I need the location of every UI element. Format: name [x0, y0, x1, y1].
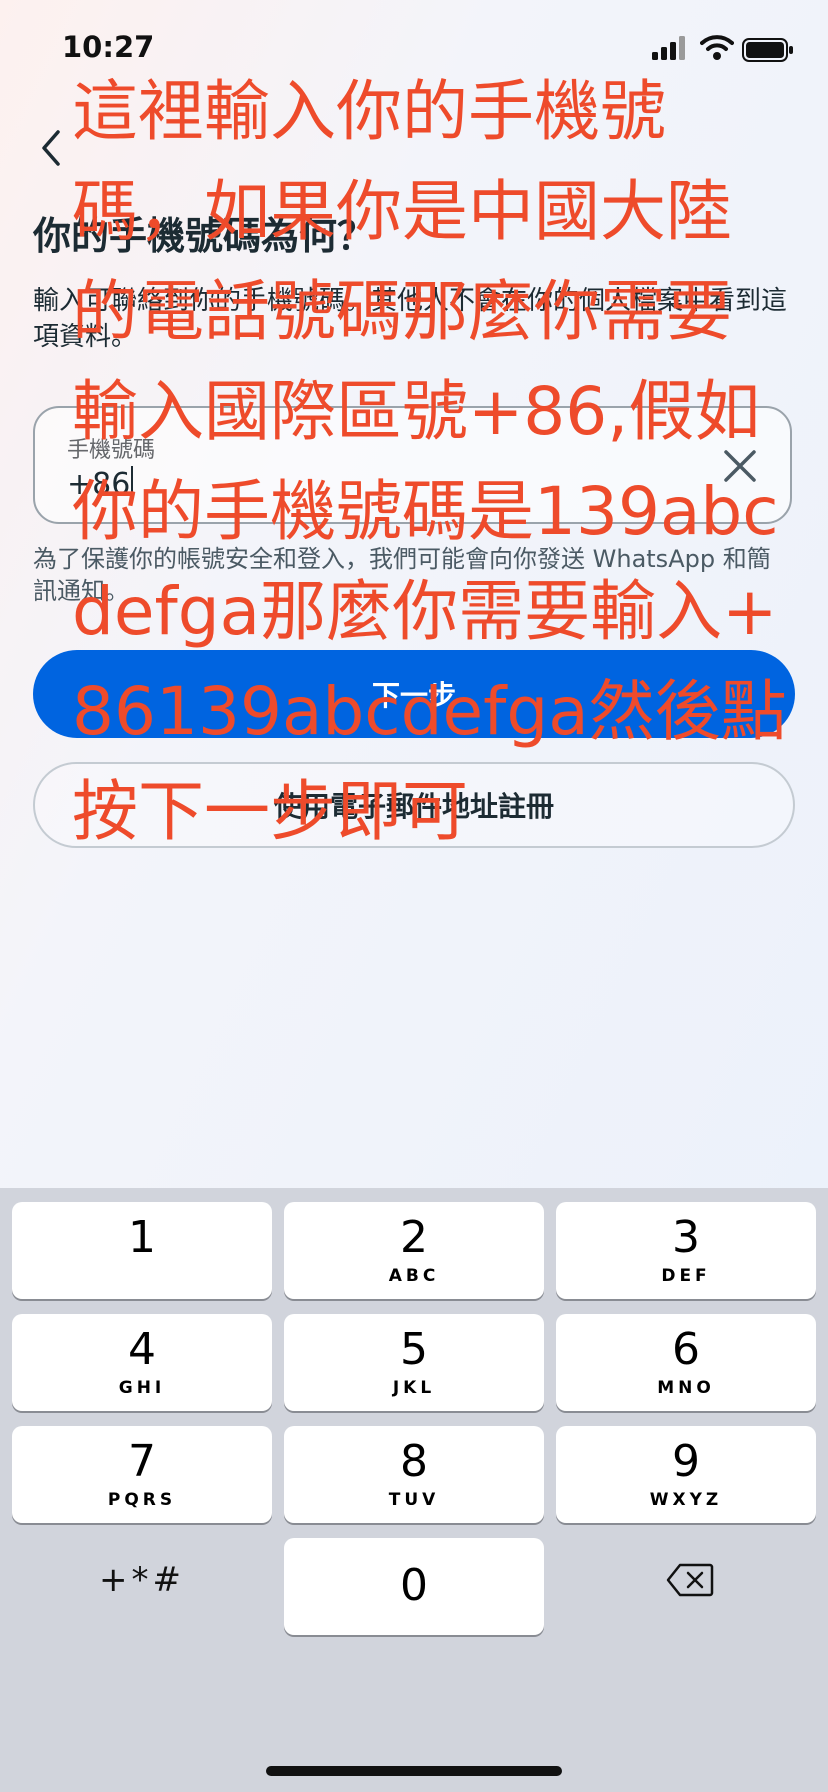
key-digit: 7: [128, 1436, 156, 1487]
key-digit: 0: [400, 1560, 428, 1611]
key-9[interactable]: 9 WXYZ: [556, 1426, 816, 1523]
key-digit: 9: [672, 1436, 700, 1487]
helper-text: 為了保護你的帳號安全和登入，我們可能會向你發送 WhatsApp 和簡訊通知。: [33, 545, 771, 605]
status-time: 10:27: [62, 30, 155, 64]
signal-icon: [652, 36, 685, 60]
key-letters: WXYZ: [649, 1490, 723, 1510]
key-4[interactable]: 4 GHI: [12, 1314, 272, 1411]
status-bar: 10:27: [0, 0, 828, 100]
key-digit: 8: [400, 1436, 428, 1487]
key-letters: MNO: [657, 1378, 715, 1398]
key-8[interactable]: 8 TUV: [284, 1426, 544, 1523]
key-letters: ABC: [388, 1266, 440, 1286]
key-digit: 1: [128, 1212, 156, 1263]
key-digit: 6: [672, 1324, 700, 1375]
key-letters: GHI: [118, 1378, 166, 1398]
text-caret: [131, 466, 134, 500]
key-digit: 2: [400, 1212, 428, 1263]
key-letters: JKL: [392, 1378, 436, 1398]
key-symbols[interactable]: +*#: [12, 1532, 272, 1629]
email-signup-button[interactable]: 使用電子郵件地址註冊: [33, 762, 795, 848]
key-6[interactable]: 6 MNO: [556, 1314, 816, 1411]
phone-field-value[interactable]: +86: [67, 467, 130, 502]
key-1[interactable]: 1: [12, 1202, 272, 1299]
delete-key[interactable]: [556, 1532, 816, 1629]
key-digit: 3: [672, 1212, 700, 1263]
key-digit: 5: [400, 1324, 428, 1375]
key-7[interactable]: 7 PQRS: [12, 1426, 272, 1523]
battery-icon: [742, 38, 793, 62]
phone-field-value-wrap[interactable]: +86: [67, 466, 134, 502]
page-title: 你的手機號碼為何？: [33, 214, 376, 258]
key-3[interactable]: 3 DEF: [556, 1202, 816, 1299]
delete-icon: [666, 1563, 714, 1597]
page-description: 輸入可聯絡到你的手機號碼。其他人不會在你的個人檔案中看到這項資料。: [33, 286, 788, 352]
key-digit: 4: [128, 1324, 156, 1375]
clear-icon[interactable]: [722, 448, 758, 484]
key-0[interactable]: 0: [284, 1538, 544, 1635]
wifi-icon: [700, 35, 734, 60]
next-button[interactable]: 下一步: [33, 650, 795, 738]
home-indicator[interactable]: [266, 1766, 562, 1776]
phone-number-field[interactable]: 手機號碼 +86: [33, 406, 792, 524]
key-letters: DEF: [661, 1266, 711, 1286]
key-2[interactable]: 2 ABC: [284, 1202, 544, 1299]
back-icon[interactable]: [34, 126, 68, 170]
phone-field-label: 手機號碼: [67, 438, 156, 463]
numeric-keypad: 1 2 ABC 3 DEF 4 GHI 5 JKL 6 MNO 7 PQRS 8…: [0, 1188, 828, 1792]
key-letters: TUV: [388, 1490, 440, 1510]
key-5[interactable]: 5 JKL: [284, 1314, 544, 1411]
key-letters: PQRS: [107, 1490, 177, 1510]
